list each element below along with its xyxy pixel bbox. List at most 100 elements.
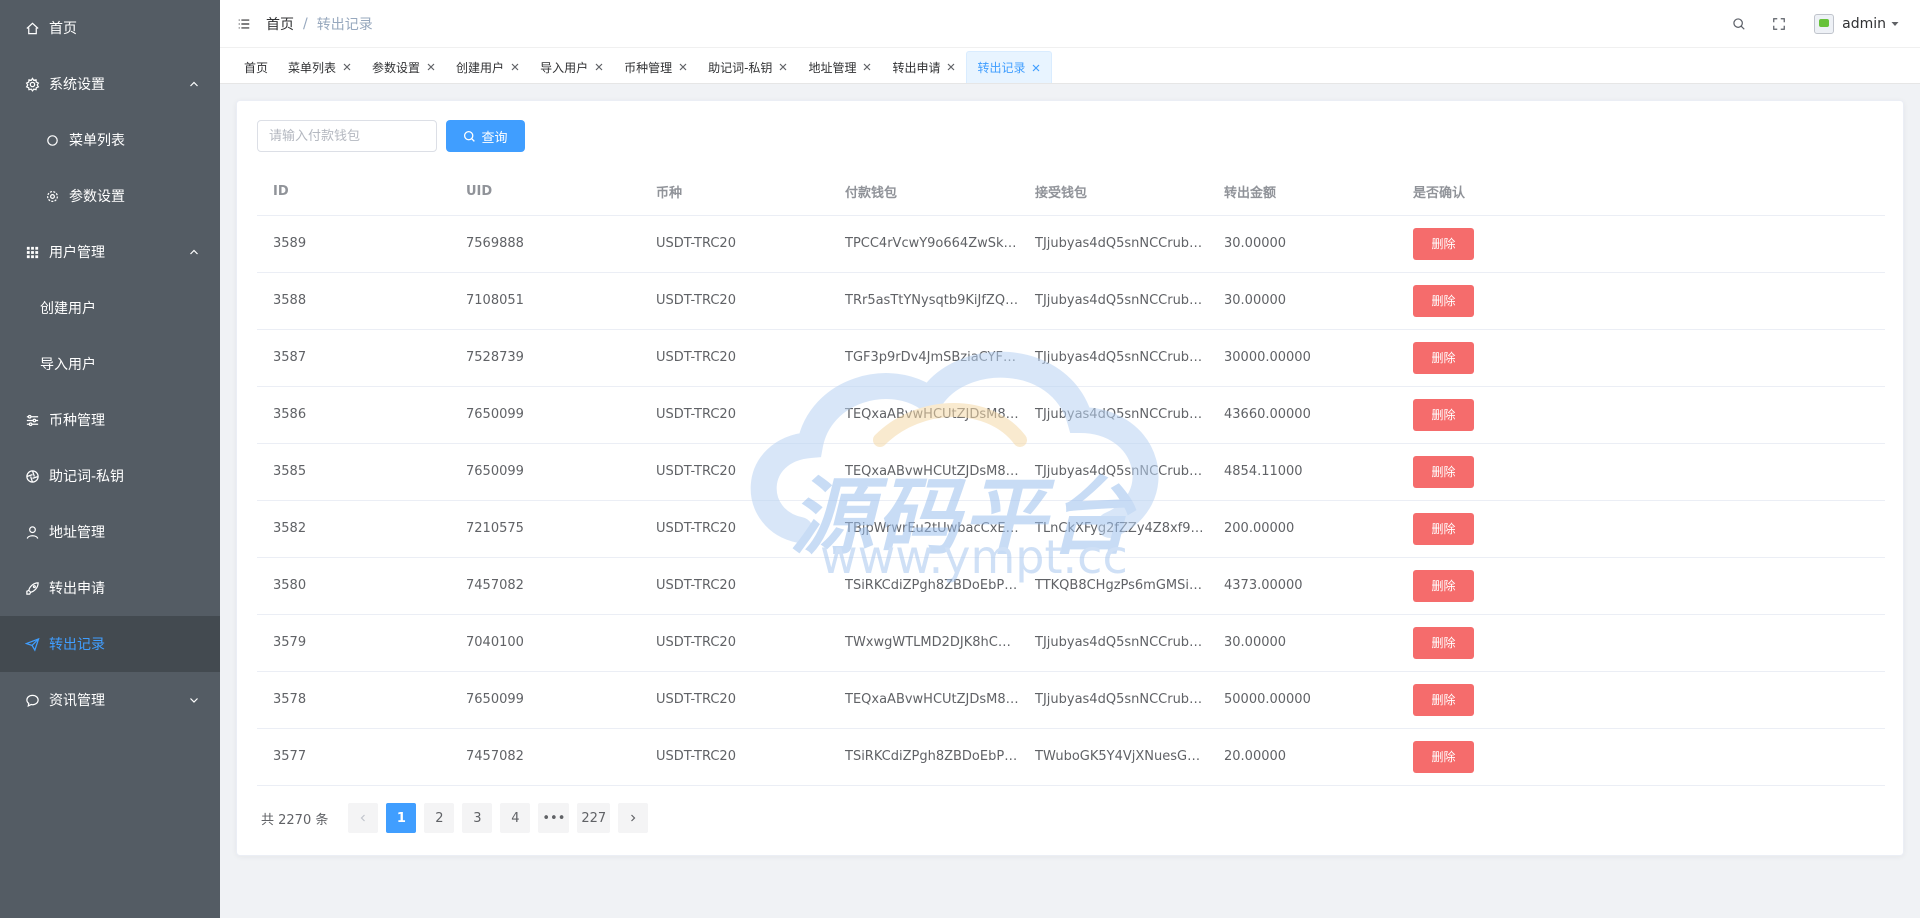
cell-actions: 删除 (1397, 443, 1885, 501)
pagination: 共 2270 条 1 2 3 4 ••• 227 (261, 802, 652, 834)
close-icon[interactable] (1031, 63, 1041, 73)
caret-down-icon[interactable] (1890, 19, 1900, 29)
sidebar-item-label: 转出记录 (49, 637, 105, 653)
tag-home[interactable]: 首页 (234, 51, 278, 83)
tag-mnemonic[interactable]: 助记词-私钥 (698, 51, 798, 83)
page-ellipsis-button[interactable]: ••• (538, 803, 570, 833)
page-button-4[interactable]: 4 (500, 803, 531, 833)
cell-actions: 删除 (1397, 671, 1885, 729)
cell-to-wallet: TJjubyas4dQ5snNCCrub945... (1019, 671, 1208, 729)
tag-menu-list[interactable]: 菜单列表 (278, 51, 362, 83)
cell-amount: 20.00000 (1208, 728, 1397, 786)
sidebar-item-address-management[interactable]: 地址管理 (0, 504, 220, 560)
cell-to-wallet: TJjubyas4dQ5snNCCrub945... (1019, 272, 1208, 330)
close-icon[interactable] (510, 62, 520, 72)
sidebar-item-label: 资讯管理 (49, 693, 105, 709)
cell-from-wallet: TEQxaABvwHCUtZJDsM8U... (829, 671, 1019, 729)
tag-label: 币种管理 (624, 60, 673, 75)
sliders-icon (24, 412, 40, 428)
cell-to-wallet: TJjubyas4dQ5snNCCrub945... (1019, 443, 1208, 501)
tag-address-management[interactable]: 地址管理 (798, 51, 882, 83)
delete-button[interactable]: 删除 (1413, 227, 1474, 260)
delete-button[interactable]: 删除 (1413, 683, 1474, 716)
chat-icon (24, 692, 40, 708)
breadcrumb-home[interactable]: 首页 (266, 14, 294, 34)
sidebar-item-system-settings[interactable]: 系统设置 (0, 56, 220, 112)
page-button-1[interactable]: 1 (386, 803, 417, 833)
sidebar-item-menu-list[interactable]: 菜单列表 (0, 112, 220, 168)
sidebar-item-transfer-records[interactable]: 转出记录 (0, 616, 220, 672)
close-icon[interactable] (946, 62, 956, 72)
sidebar-item-news-management[interactable]: 资讯管理 (0, 672, 220, 728)
tag-coin-management[interactable]: 币种管理 (614, 51, 698, 83)
cog-icon (44, 188, 60, 204)
cell-id: 3578 (257, 671, 450, 729)
sidebar-item-import-user[interactable]: 导入用户 (0, 336, 220, 392)
cell-amount: 30.00000 (1208, 614, 1397, 672)
next-page-button[interactable] (618, 803, 649, 833)
column-header-amount: 转出金额 (1208, 169, 1397, 216)
close-icon[interactable] (862, 62, 872, 72)
sidebar-item-coin-management[interactable]: 币种管理 (0, 392, 220, 448)
cell-to-wallet: TWuboGK5Y4VjXNuesGpHY... (1019, 728, 1208, 786)
cell-actions: 删除 (1397, 500, 1885, 558)
sidebar-item-mnemonic[interactable]: 助记词-私钥 (0, 448, 220, 504)
column-header-uid: UID (450, 169, 640, 216)
user-icon (24, 524, 40, 540)
sidebar-item-label: 菜单列表 (69, 133, 125, 149)
delete-button[interactable]: 删除 (1413, 740, 1474, 773)
delete-button[interactable]: 删除 (1413, 398, 1474, 431)
tag-label: 助记词-私钥 (708, 60, 773, 75)
tag-label: 导入用户 (540, 60, 589, 75)
tag-transfer-apply[interactable]: 转出申请 (882, 51, 966, 83)
cell-actions: 删除 (1397, 728, 1885, 786)
cell-amount: 4373.00000 (1208, 557, 1397, 615)
cell-id: 3577 (257, 728, 450, 786)
cell-coin: USDT-TRC20 (640, 557, 829, 615)
tag-create-user[interactable]: 创建用户 (446, 51, 530, 83)
page-button-3[interactable]: 3 (462, 803, 493, 833)
query-button[interactable]: 查询 (446, 120, 525, 152)
table-row: 3579 7040100 USDT-TRC20 TWxwgWTLMD2DJK8h… (257, 614, 1885, 672)
sidebar-item-user-management[interactable]: 用户管理 (0, 224, 220, 280)
close-icon[interactable] (594, 62, 604, 72)
query-button-label: 查询 (481, 130, 508, 146)
hamburger-icon[interactable] (236, 16, 252, 32)
page-button-last[interactable]: 227 (577, 803, 611, 833)
prev-page-button[interactable] (348, 803, 379, 833)
sidebar-item-label: 助记词-私钥 (49, 469, 125, 485)
search-icon[interactable] (1730, 15, 1748, 33)
column-header-id: ID (257, 169, 450, 216)
table-row: 3586 7650099 USDT-TRC20 TEQxaABvwHCUtZJD… (257, 386, 1885, 444)
content-card: 查询 ID UID 币种 付款钱包 接受钱包 转出金额 是否确认 3589 75… (236, 100, 1904, 856)
fullscreen-icon[interactable] (1770, 15, 1788, 33)
cell-id: 3589 (257, 215, 450, 273)
close-icon[interactable] (342, 62, 352, 72)
delete-button[interactable]: 删除 (1413, 455, 1474, 488)
close-icon[interactable] (778, 62, 788, 72)
delete-button[interactable]: 删除 (1413, 341, 1474, 374)
username[interactable]: admin (1842, 16, 1886, 32)
sidebar-item-home[interactable]: 首页 (0, 0, 220, 56)
page-button-2[interactable]: 2 (424, 803, 455, 833)
cell-actions: 删除 (1397, 215, 1885, 273)
tag-transfer-records[interactable]: 转出记录 (966, 51, 1053, 83)
sidebar-item-params[interactable]: 参数设置 (0, 168, 220, 224)
sidebar-item-transfer-apply[interactable]: 转出申请 (0, 560, 220, 616)
delete-button[interactable]: 删除 (1413, 626, 1474, 659)
sidebar-item-label: 地址管理 (49, 525, 105, 541)
tag-import-user[interactable]: 导入用户 (530, 51, 614, 83)
close-icon[interactable] (426, 62, 436, 72)
tag-params[interactable]: 参数设置 (362, 51, 446, 83)
cell-id: 3585 (257, 443, 450, 501)
avatar[interactable] (1814, 14, 1835, 34)
cell-coin: USDT-TRC20 (640, 728, 829, 786)
grid-icon (24, 244, 40, 260)
wallet-search-input[interactable] (257, 120, 437, 152)
sidebar-item-create-user[interactable]: 创建用户 (0, 280, 220, 336)
delete-button[interactable]: 删除 (1413, 284, 1474, 317)
delete-button[interactable]: 删除 (1413, 569, 1474, 602)
close-icon[interactable] (678, 62, 688, 72)
sidebar-item-label: 参数设置 (69, 189, 125, 205)
delete-button[interactable]: 删除 (1413, 512, 1474, 545)
